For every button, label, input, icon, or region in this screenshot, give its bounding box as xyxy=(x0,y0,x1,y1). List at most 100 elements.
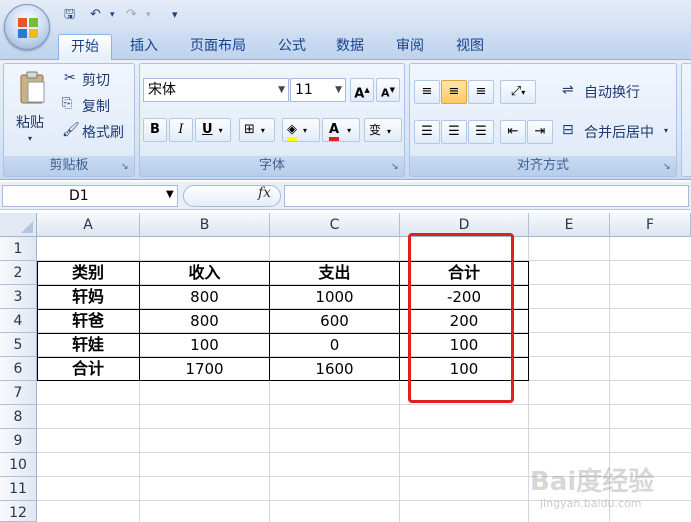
table-header-income[interactable]: 收入 xyxy=(140,261,269,285)
tab-page-layout[interactable]: 页面布局 xyxy=(180,34,256,60)
table-cell[interactable]: 1600 xyxy=(270,357,399,381)
title-bar: 🖫 ↶ ▾ ↷ ▾ ▾ xyxy=(0,0,691,30)
paste-icon[interactable] xyxy=(18,70,48,106)
align-center-button[interactable]: ☰ xyxy=(441,120,467,144)
row-header-1[interactable]: 1 xyxy=(0,237,37,261)
table-header-category[interactable]: 类别 xyxy=(37,261,139,285)
align-top-button[interactable]: ≡ xyxy=(414,80,440,104)
column-header-a[interactable]: A xyxy=(37,213,140,237)
align-bottom-button[interactable]: ≡ xyxy=(468,80,494,104)
tab-view[interactable]: 视图 xyxy=(444,34,496,60)
align-right-icon: ☰ xyxy=(475,124,487,139)
row-header-7[interactable]: 7 xyxy=(0,381,37,405)
bold-button[interactable]: B xyxy=(143,118,167,142)
row-header-10[interactable]: 10 xyxy=(0,453,37,477)
merge-dropdown-icon[interactable]: ▾ xyxy=(664,126,668,135)
table-cell[interactable]: 800 xyxy=(140,309,269,333)
cut-icon[interactable]: ✂ xyxy=(64,70,76,86)
italic-button[interactable]: I xyxy=(169,118,193,142)
tab-data[interactable]: 数据 xyxy=(326,34,374,60)
table-cell[interactable]: 1700 xyxy=(140,357,269,381)
paste-dropdown-icon[interactable]: ▾ xyxy=(28,134,32,143)
ribbon-tabs: 开始 插入 页面布局 公式 数据 审阅 视图 xyxy=(0,30,691,60)
format-painter-button[interactable]: 格式刷 xyxy=(82,122,124,142)
font-launcher-icon[interactable]: ↘ xyxy=(391,162,401,172)
column-header-e[interactable]: E xyxy=(529,213,610,237)
shrink-font-button[interactable]: A▼ xyxy=(376,78,400,102)
tab-formulas[interactable]: 公式 xyxy=(268,34,316,60)
table-cell[interactable]: 800 xyxy=(140,285,269,309)
table-cell[interactable]: 100 xyxy=(140,333,269,357)
merge-center-icon[interactable]: ⊟ xyxy=(562,122,574,138)
clipboard-launcher-icon[interactable]: ↘ xyxy=(121,162,131,172)
shrink-font-icon: A xyxy=(381,86,390,100)
tab-insert[interactable]: 插入 xyxy=(118,34,170,60)
worksheet-grid[interactable]: A B C D E F 1 2 3 4 5 6 7 8 9 10 11 12 类… xyxy=(0,213,691,522)
font-name-combo[interactable]: 宋体 ▼ xyxy=(143,78,289,102)
alignment-launcher-icon[interactable]: ↘ xyxy=(663,162,673,172)
row-header-12[interactable]: 12 xyxy=(0,501,37,522)
orientation-button[interactable]: ⤢▾ xyxy=(500,80,536,104)
row-header-4[interactable]: 4 xyxy=(0,309,37,333)
formula-input[interactable] xyxy=(284,185,689,207)
select-all-button[interactable] xyxy=(0,213,37,237)
alignment-group: ≡ ≡ ≡ ⤢▾ ⇌ 自动换行 ☰ ☰ ☰ ⇤ ⇥ ⊟ 合并后居中 ▾ 对齐方式… xyxy=(409,63,677,177)
insert-function-icon[interactable]: fx xyxy=(258,185,271,201)
grow-font-button[interactable]: A▲ xyxy=(350,78,374,102)
table-cell[interactable]: 轩娃 xyxy=(37,333,139,357)
underline-icon: U xyxy=(202,122,213,137)
watermark-url: jingyan.baidu.com xyxy=(540,497,642,510)
row-header-6[interactable]: 6 xyxy=(0,357,37,381)
name-box-dropdown-icon[interactable]: ▼ xyxy=(166,189,174,200)
fill-color-button[interactable]: ◈ ▾ xyxy=(282,118,320,142)
wrap-text-button[interactable]: 自动换行 xyxy=(584,82,640,102)
increase-indent-button[interactable]: ⇥ xyxy=(527,120,553,144)
redo-icon[interactable]: ↷ xyxy=(126,6,137,24)
column-header-b[interactable]: B xyxy=(140,213,270,237)
table-header-expense[interactable]: 支出 xyxy=(270,261,399,285)
row-header-8[interactable]: 8 xyxy=(0,405,37,429)
row-header-9[interactable]: 9 xyxy=(0,429,37,453)
cut-button[interactable]: 剪切 xyxy=(82,70,110,90)
name-box[interactable]: D1 xyxy=(2,185,178,207)
copy-icon[interactable]: ⎘ xyxy=(62,96,72,111)
column-header-c[interactable]: C xyxy=(270,213,400,237)
row-header-5[interactable]: 5 xyxy=(0,333,37,357)
row-header-2[interactable]: 2 xyxy=(0,261,37,285)
column-header-f[interactable]: F xyxy=(610,213,691,237)
format-painter-icon[interactable]: 🖌 xyxy=(62,122,80,138)
undo-icon[interactable]: ↶ xyxy=(90,6,101,24)
font-color-button[interactable]: A ▾ xyxy=(322,118,360,142)
table-cell[interactable]: 合计 xyxy=(37,357,139,381)
wrap-text-icon[interactable]: ⇌ xyxy=(562,82,574,98)
grow-font-icon: A xyxy=(354,86,365,102)
copy-button[interactable]: 复制 xyxy=(82,96,110,116)
borders-button[interactable]: ⊞ ▾ xyxy=(239,118,275,142)
underline-button[interactable]: U ▾ xyxy=(195,118,231,142)
undo-dropdown-icon[interactable]: ▾ xyxy=(110,6,115,24)
redo-dropdown-icon[interactable]: ▾ xyxy=(146,6,151,24)
save-icon[interactable]: 🖫 xyxy=(64,6,75,24)
office-button[interactable] xyxy=(4,4,50,50)
table-cell[interactable]: 轩爸 xyxy=(37,309,139,333)
table-cell[interactable]: 600 xyxy=(270,309,399,333)
paste-button[interactable]: 粘贴 xyxy=(16,112,44,132)
tab-home[interactable]: 开始 xyxy=(58,34,112,60)
decrease-indent-button[interactable]: ⇤ xyxy=(500,120,526,144)
merge-center-button[interactable]: 合并后居中 xyxy=(584,122,654,142)
row-header-11[interactable]: 11 xyxy=(0,477,37,501)
phonetic-button[interactable]: 变 ▾ xyxy=(364,118,402,142)
align-middle-button[interactable]: ≡ xyxy=(441,80,467,104)
formula-bar: D1 ▼ fx xyxy=(0,182,691,210)
decrease-indent-icon: ⇤ xyxy=(507,124,519,139)
align-left-button[interactable]: ☰ xyxy=(414,120,440,144)
table-cell[interactable]: 轩妈 xyxy=(37,285,139,309)
align-right-button[interactable]: ☰ xyxy=(468,120,494,144)
table-cell[interactable]: 1000 xyxy=(270,285,399,309)
clipboard-group-label: 剪贴板 xyxy=(4,156,134,176)
row-header-3[interactable]: 3 xyxy=(0,285,37,309)
customize-quick-access-icon[interactable]: ▾ xyxy=(172,6,178,24)
tab-review[interactable]: 审阅 xyxy=(384,34,436,60)
table-cell[interactable]: 0 xyxy=(270,333,399,357)
font-size-combo[interactable]: 11 ▼ xyxy=(290,78,346,102)
